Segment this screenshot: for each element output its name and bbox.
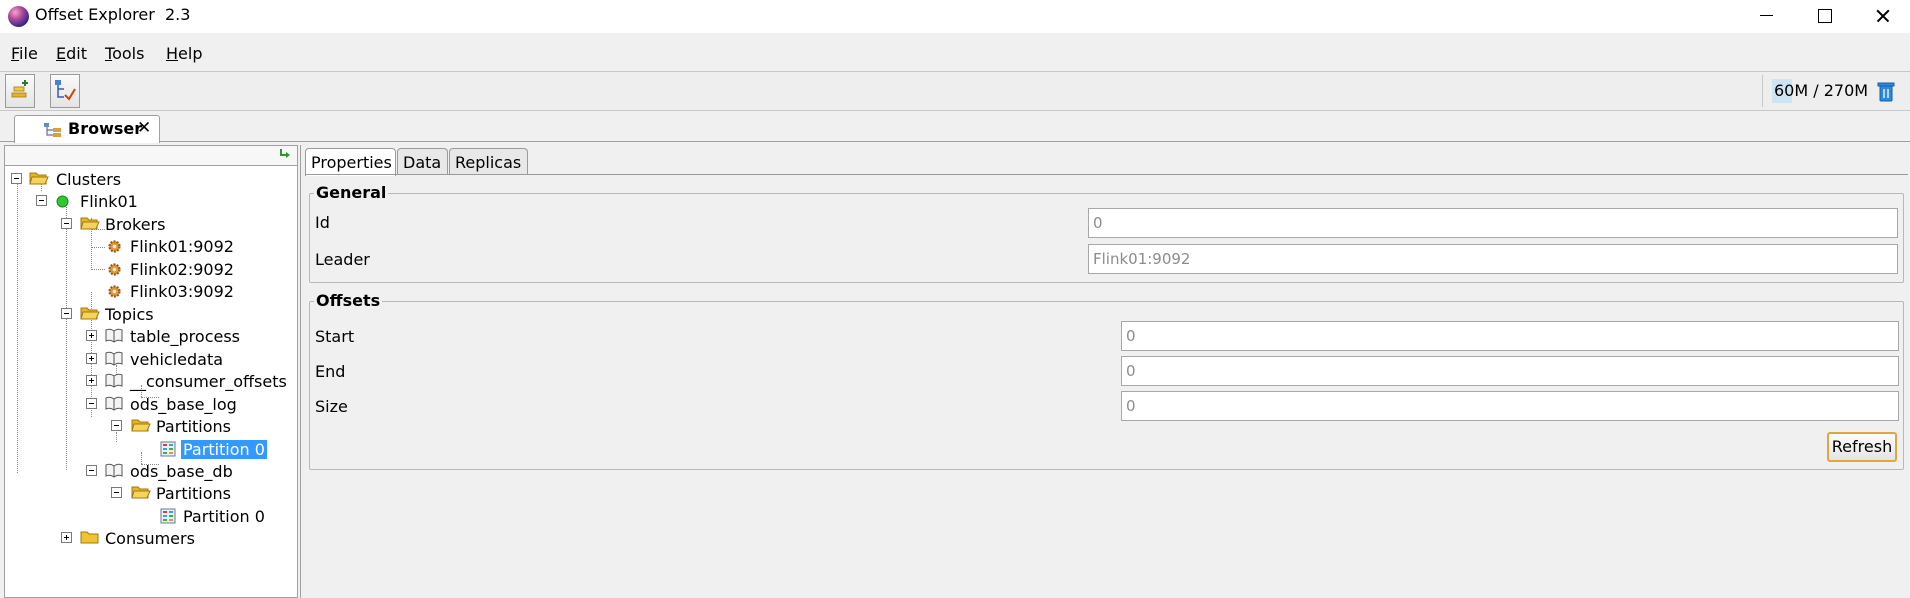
leader-label: Leader: [315, 250, 370, 269]
broker-gear-icon: [108, 240, 121, 253]
expand-icon[interactable]: [86, 353, 97, 364]
id-label: Id: [315, 213, 330, 232]
folder-open-icon: [29, 172, 49, 185]
collapse-icon[interactable]: [36, 195, 47, 206]
tab-browser[interactable]: Browser ✕: [14, 115, 160, 143]
collapse-icon[interactable]: [111, 487, 122, 498]
trash-icon[interactable]: [1877, 81, 1895, 103]
folder-closed-icon: [80, 531, 99, 544]
topic-book-icon: [105, 463, 123, 478]
status-green-icon: [56, 195, 69, 208]
size-label: Size: [315, 397, 348, 416]
topic-book-icon: [105, 373, 123, 388]
collapse-icon[interactable]: [11, 173, 22, 184]
topic-tree-button[interactable]: [50, 74, 80, 108]
collapse-icon[interactable]: [86, 398, 97, 409]
tab-properties[interactable]: Properties: [305, 148, 396, 176]
close-tab-icon[interactable]: ✕: [137, 118, 151, 138]
cluster-tree-panel: Clusters Flink01 Brokers Flink01:9092 Fl…: [4, 145, 298, 598]
end-label: End: [315, 362, 346, 381]
add-cluster-button[interactable]: [5, 74, 35, 108]
menu-bar: File Edit Tools Help: [0, 34, 1910, 70]
collapse-icon[interactable]: [86, 465, 97, 476]
broker-gear-icon: [108, 285, 121, 298]
memory-usage-text: 60M / 270M: [1774, 81, 1869, 100]
collapse-icon[interactable]: [61, 218, 72, 229]
expand-icon[interactable]: [86, 375, 97, 386]
window-title: Offset Explorer 2.3: [35, 5, 191, 24]
partition-grid-icon: [160, 441, 176, 457]
offsets-group: Offsets Start 0 End 0 Size 0 Refresh: [309, 291, 1904, 470]
refresh-button[interactable]: Refresh: [1827, 432, 1897, 462]
collapse-icon[interactable]: [61, 308, 72, 319]
topic-book-icon: [105, 351, 123, 366]
toolbar: 60M / 270M: [0, 71, 1910, 111]
title-bar: Offset Explorer 2.3: [0, 0, 1910, 33]
id-field[interactable]: 0: [1088, 208, 1898, 238]
topic-book-icon: [105, 328, 123, 343]
folder-open-icon: [131, 486, 151, 499]
tab-replicas[interactable]: Replicas: [449, 148, 528, 175]
tree-header: [5, 146, 297, 166]
size-field[interactable]: 0: [1121, 391, 1899, 421]
cluster-tree: Clusters Flink01 Brokers Flink01:9092 Fl…: [5, 167, 297, 597]
app-logo-icon: [8, 6, 29, 27]
start-field[interactable]: 0: [1121, 321, 1899, 351]
partition-detail-panel: Properties Data Replicas General Id 0 Le…: [300, 145, 1910, 598]
expand-icon[interactable]: [61, 532, 72, 543]
close-window-button[interactable]: [1855, 0, 1909, 33]
add-cluster-icon: [11, 80, 28, 98]
memory-usage: 60M / 270M: [1762, 75, 1880, 107]
menu-help[interactable]: Help: [166, 44, 202, 63]
minimize-button[interactable]: [1738, 0, 1792, 33]
menu-file[interactable]: File: [11, 44, 38, 63]
broker-gear-icon: [108, 263, 121, 276]
general-group: General Id 0 Leader Flink01:9092: [309, 183, 1904, 283]
browser-tree-icon: [44, 123, 61, 137]
topic-book-icon: [105, 396, 123, 411]
folder-open-icon: [80, 307, 100, 320]
tab-data[interactable]: Data: [397, 148, 448, 175]
partition-grid-icon: [160, 508, 176, 524]
maximize-button[interactable]: [1797, 0, 1851, 33]
end-field[interactable]: 0: [1121, 356, 1899, 386]
menu-edit[interactable]: Edit: [56, 44, 87, 63]
folder-open-icon: [131, 419, 151, 432]
folder-open-icon: [80, 217, 100, 230]
offsets-group-title: Offsets: [314, 291, 383, 310]
tab-browser-label: Browser: [68, 119, 143, 138]
expand-icon[interactable]: [86, 330, 97, 341]
start-label: Start: [315, 327, 355, 346]
general-group-title: General: [314, 183, 389, 202]
leader-field[interactable]: Flink01:9092: [1088, 244, 1898, 274]
properties-content: General Id 0 Leader Flink01:9092 Offsets…: [305, 174, 1908, 598]
topic-tree-icon: [55, 80, 76, 101]
collapse-icon[interactable]: [111, 420, 122, 431]
tab-strip: Browser ✕: [0, 112, 1910, 143]
menu-tools[interactable]: Tools: [105, 44, 144, 63]
refresh-arrow-icon[interactable]: [277, 147, 293, 163]
